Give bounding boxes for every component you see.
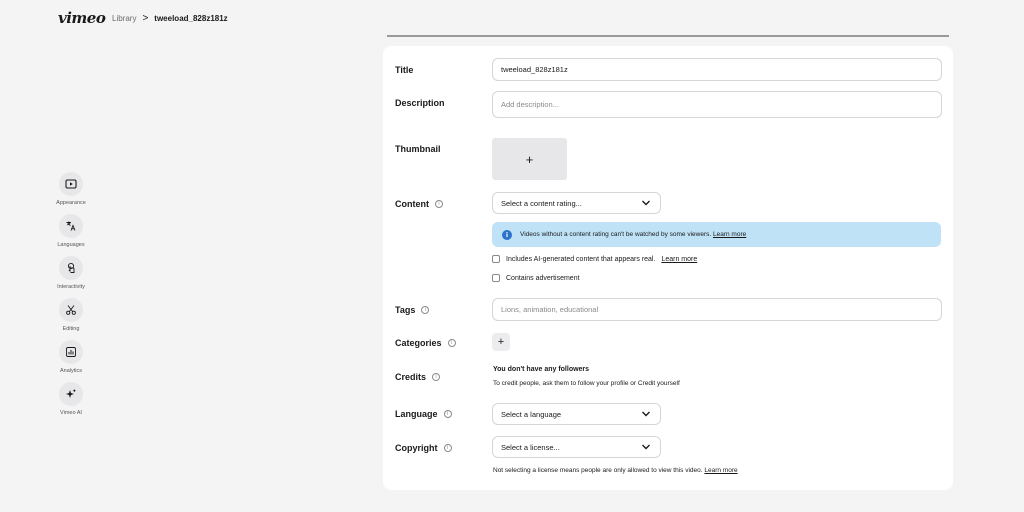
description-input[interactable]: Add description...	[492, 91, 942, 118]
categories-label: Categories i	[395, 338, 456, 348]
advertisement-checkbox[interactable]	[492, 274, 500, 282]
sidebar-item-label: Languages	[57, 242, 85, 248]
info-icon: i	[502, 229, 512, 240]
license-value: Select a license...	[501, 442, 560, 452]
content-rating-value: Select a content rating...	[501, 198, 582, 208]
sidebar-item-label: Analytics	[59, 368, 82, 374]
credits-title: You don't have any followers	[493, 366, 590, 373]
sidebar-item-label: Vimeo AI	[60, 410, 82, 416]
thumbnail-label: Thumbnail	[395, 144, 441, 154]
details-panel: Title tweeload_828z181z Description Add …	[383, 46, 953, 490]
thumbnail-add-button[interactable]: +	[492, 138, 567, 180]
sidebar-item-label: Editing	[62, 326, 80, 332]
content-rating-notice: i Videos without a content rating can't …	[492, 222, 941, 247]
title-input[interactable]: tweeload_828z181z	[492, 58, 942, 81]
chevron-down-icon	[642, 411, 650, 417]
sidebar: Appearance Languages Interactivity Editi…	[50, 172, 92, 424]
license-note: Not selecting a license means people are…	[493, 467, 738, 474]
description-label: Description	[395, 98, 445, 108]
info-icon[interactable]: i	[443, 410, 452, 418]
play-icon	[58, 172, 83, 196]
info-icon[interactable]: i	[447, 339, 456, 347]
translate-icon	[58, 214, 83, 238]
content-rating-select[interactable]: Select a content rating...	[492, 192, 661, 214]
vimeo-logo[interactable]: vimeo	[58, 9, 106, 27]
advertisement-checkbox-label: Contains advertisement	[506, 274, 580, 282]
info-icon[interactable]: i	[443, 444, 452, 452]
sidebar-item-editing[interactable]: Editing	[59, 298, 83, 340]
sidebar-item-appearance[interactable]: Appearance	[56, 172, 86, 214]
chevron-down-icon	[642, 200, 650, 206]
sidebar-item-interactivity[interactable]: Interactivity	[57, 256, 85, 298]
breadcrumb-separator: >	[142, 12, 149, 24]
add-category-button[interactable]: +	[492, 333, 510, 351]
credits-subtitle: To credit people, ask them to follow you…	[493, 380, 680, 387]
ai-learn-more-link[interactable]: Learn more	[661, 256, 697, 263]
tap-icon	[58, 256, 83, 280]
copyright-label: Copyright i	[395, 443, 452, 453]
language-value: Select a language	[501, 409, 562, 419]
breadcrumb-current: tweeload_828z181z	[154, 14, 228, 23]
chart-icon	[59, 340, 83, 364]
license-learn-more-link[interactable]: Learn more	[704, 467, 737, 474]
sparkle-icon	[59, 382, 83, 406]
notice-learn-more-link[interactable]: Learn more	[713, 231, 746, 238]
credits-label: Credits i	[395, 372, 441, 382]
breadcrumb: Library > tweeload_828z181z	[112, 12, 228, 24]
ai-content-checkbox-row: Includes AI-generated content that appea…	[492, 255, 697, 263]
tags-label: Tags i	[395, 305, 430, 315]
video-preview-edge	[387, 35, 949, 37]
notice-text: Videos without a content rating can't be…	[520, 231, 712, 238]
advertisement-checkbox-row: Contains advertisement	[492, 274, 580, 282]
ai-content-checkbox-label: Includes AI-generated content that appea…	[506, 255, 656, 263]
scissors-icon	[59, 298, 83, 322]
license-note-text: Not selecting a license means people are…	[493, 467, 703, 474]
tags-input[interactable]: Lions, animation, educational	[492, 298, 942, 321]
chevron-down-icon	[642, 444, 650, 450]
sidebar-item-vimeo-ai[interactable]: Vimeo AI	[59, 382, 83, 424]
content-label: Content i	[395, 199, 443, 209]
title-label: Title	[395, 65, 414, 75]
language-label: Language i	[395, 409, 452, 419]
info-icon[interactable]: i	[435, 200, 443, 208]
license-select[interactable]: Select a license...	[492, 436, 661, 458]
info-icon[interactable]: i	[432, 373, 441, 381]
language-select[interactable]: Select a language	[492, 403, 661, 425]
info-icon[interactable]: i	[421, 306, 430, 314]
sidebar-item-label: Interactivity	[57, 284, 85, 290]
breadcrumb-library[interactable]: Library	[112, 14, 136, 23]
sidebar-item-analytics[interactable]: Analytics	[59, 340, 83, 382]
sidebar-item-languages[interactable]: Languages	[57, 214, 85, 256]
ai-content-checkbox[interactable]	[492, 255, 500, 263]
sidebar-item-label: Appearance	[56, 200, 86, 206]
